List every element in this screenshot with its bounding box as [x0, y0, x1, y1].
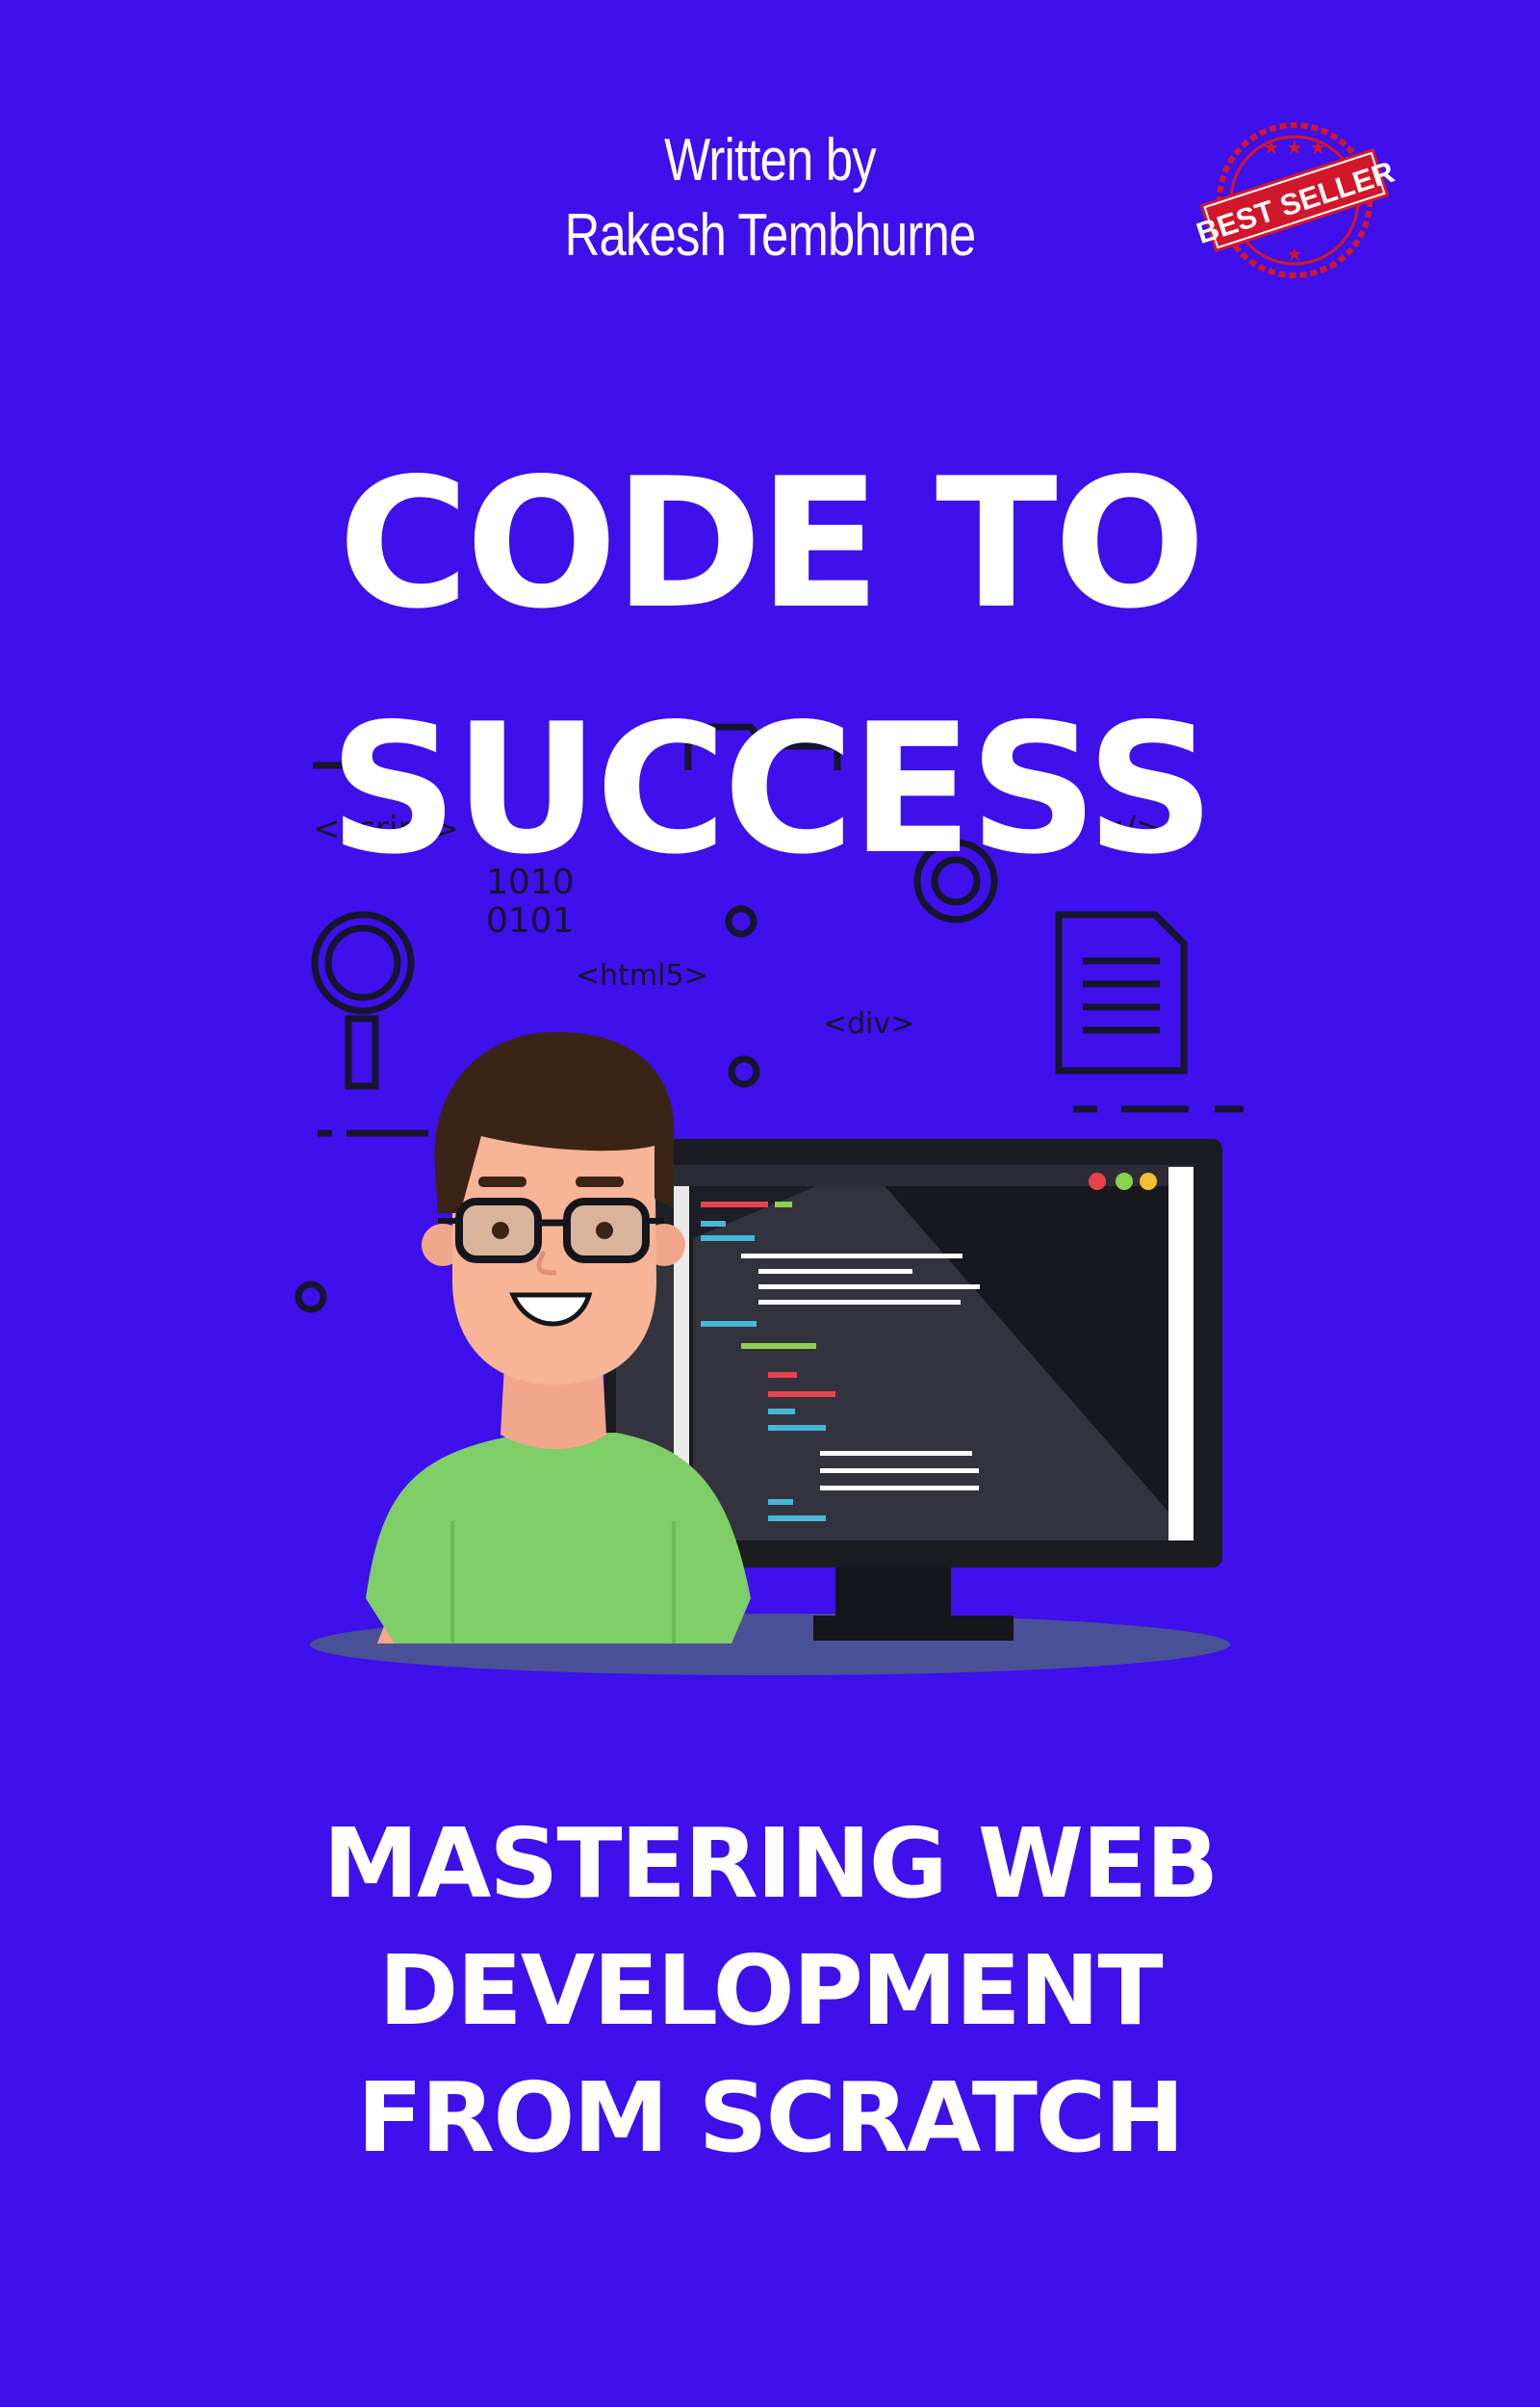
html5-tag-text: <html5>: [576, 959, 708, 993]
subtitle-line-2: DEVELOPMENT: [378, 1934, 1163, 2047]
binary-line-2: 0101: [486, 901, 575, 941]
div-tag-text: <div>: [823, 1007, 914, 1041]
subtitle-line-1: MASTERING WEB: [322, 1807, 1219, 1920]
book-title-line-2: SUCCESS: [328, 685, 1216, 893]
subtitle-line-3: FROM SCRATCH: [357, 2061, 1185, 2174]
book-cover: Written by Rakesh Tembhurne ★ ★ ★ ★ BEST…: [0, 0, 1540, 2407]
document-icon: [1055, 911, 1188, 1074]
book-title-line-1: CODE TO: [338, 439, 1206, 648]
svg-text:★: ★: [1287, 245, 1302, 265]
seal-icon: ★ ★ ★ ★ BEST SELLER: [1193, 122, 1399, 278]
svg-text:★ ★ ★: ★ ★ ★: [1263, 136, 1327, 159]
best-seller-badge: ★ ★ ★ ★ BEST SELLER: [1193, 116, 1399, 284]
